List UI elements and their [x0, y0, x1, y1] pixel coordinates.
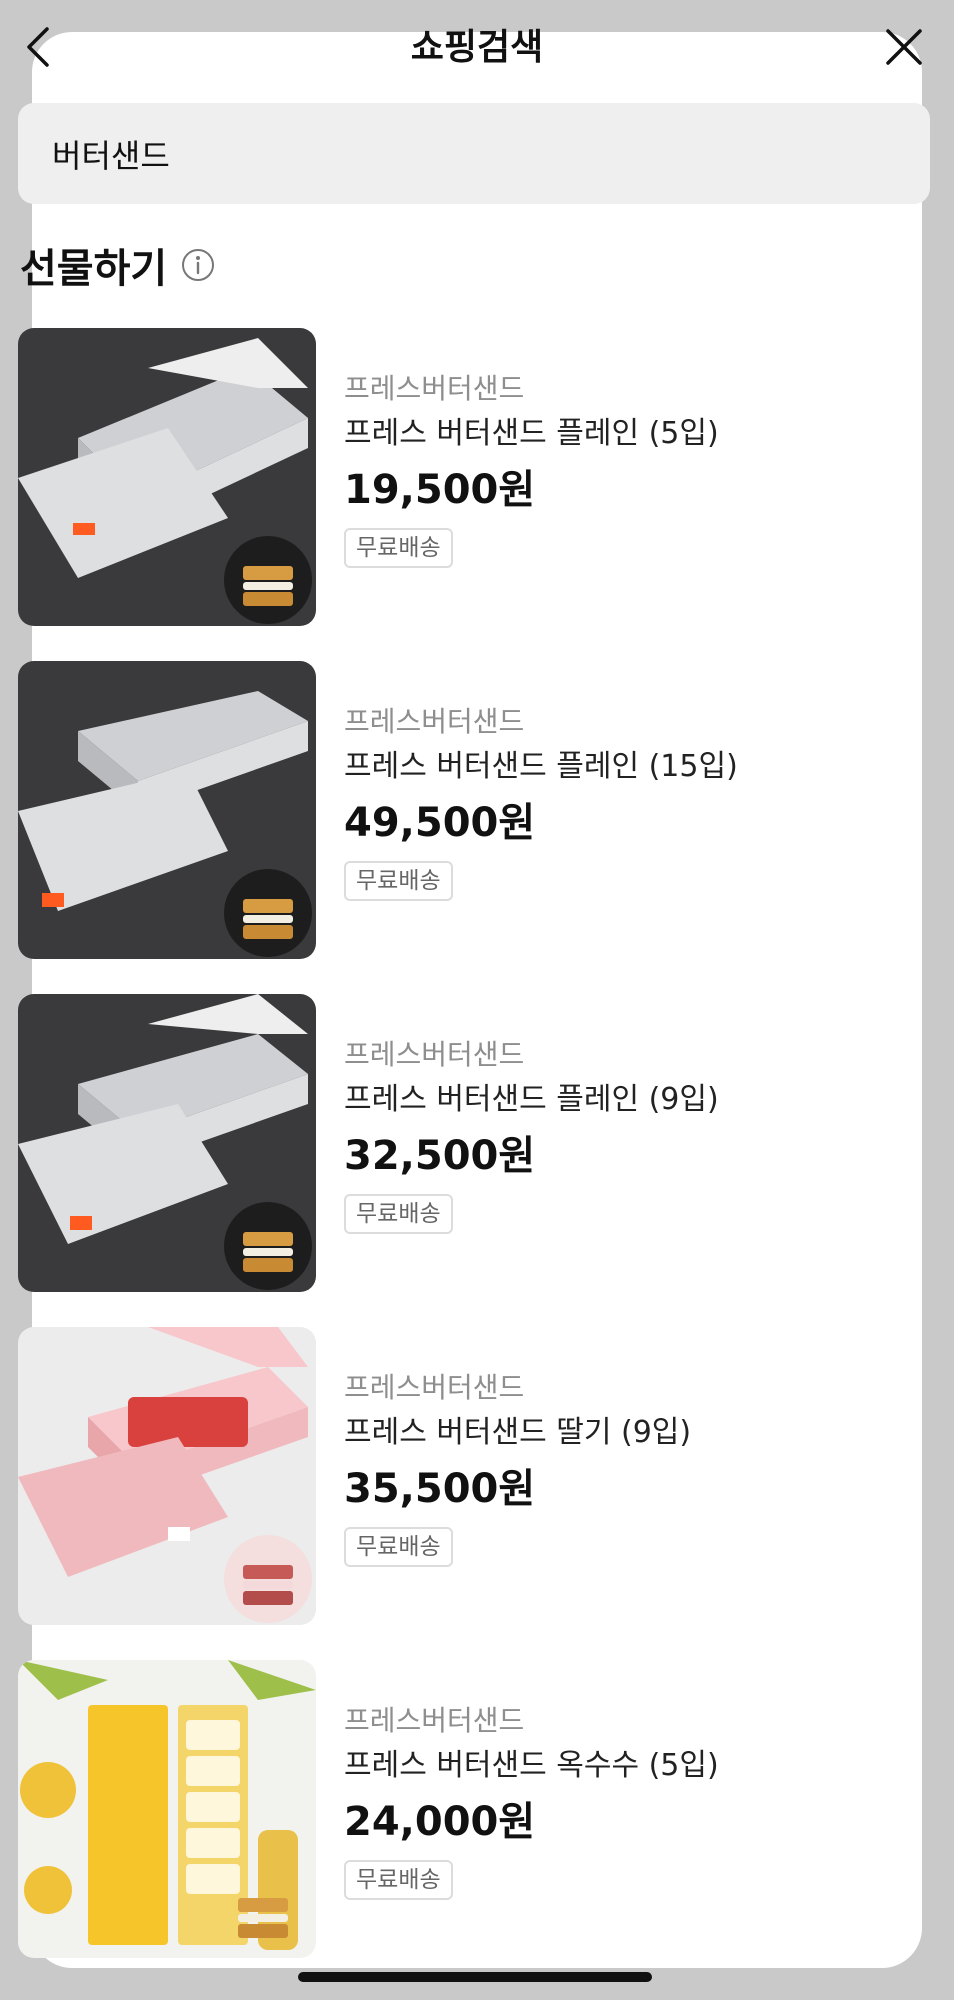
- product-name[interactable]: 프레스 버터샌드 플레인 (5입): [344, 416, 719, 452]
- section-title: 선물하기: [20, 246, 168, 292]
- product-price: 19,500원: [344, 467, 536, 513]
- product-price: 32,500원: [344, 1133, 536, 1179]
- product-thumbnail[interactable]: [18, 1660, 316, 1958]
- product-brand: 프레스버터샌드: [344, 1704, 525, 1737]
- close-button[interactable]: [880, 22, 928, 72]
- header: 쇼핑검색: [0, 0, 954, 95]
- info-icon[interactable]: [181, 248, 215, 282]
- search-input[interactable]: 버터샌드: [18, 103, 930, 204]
- product-item[interactable]: 프레스버터샌드 프레스 버터샌드 딸기 (9입) 35,500원 무료배송: [18, 1327, 918, 1625]
- product-brand: 프레스버터샌드: [344, 1038, 525, 1071]
- product-info: 프레스버터샌드 프레스 버터샌드 딸기 (9입) 35,500원 무료배송: [344, 1371, 691, 1567]
- product-info: 프레스버터샌드 프레스 버터샌드 옥수수 (5입) 24,000원 무료배송: [344, 1704, 719, 1900]
- product-thumbnail[interactable]: [18, 661, 316, 959]
- product-brand: 프레스버터샌드: [344, 1371, 525, 1404]
- product-price: 24,000원: [344, 1799, 536, 1845]
- product-info: 프레스버터샌드 프레스 버터샌드 플레인 (5입) 19,500원 무료배송: [344, 372, 719, 568]
- product-thumbnail[interactable]: [18, 994, 316, 1292]
- product-brand: 프레스버터샌드: [344, 705, 525, 738]
- section-header: 선물하기: [20, 240, 215, 292]
- product-name[interactable]: 프레스 버터샌드 옥수수 (5입): [344, 1748, 719, 1784]
- product-name[interactable]: 프레스 버터샌드 플레인 (15입): [344, 749, 738, 785]
- product-price: 49,500원: [344, 800, 536, 846]
- search-query-text: 버터샌드: [52, 137, 170, 175]
- page-title: 쇼핑검색: [410, 27, 544, 68]
- close-icon: [886, 29, 922, 65]
- product-item[interactable]: 프레스버터샌드 프레스 버터샌드 플레인 (5입) 19,500원 무료배송: [18, 328, 918, 626]
- product-thumbnail[interactable]: [18, 328, 316, 626]
- free-shipping-badge: 무료배송: [344, 1194, 453, 1234]
- product-price: 35,500원: [344, 1466, 536, 1512]
- free-shipping-badge: 무료배송: [344, 1527, 453, 1567]
- product-item[interactable]: 프레스버터샌드 프레스 버터샌드 옥수수 (5입) 24,000원 무료배송: [18, 1660, 918, 1958]
- free-shipping-badge: 무료배송: [344, 861, 453, 901]
- product-name[interactable]: 프레스 버터샌드 딸기 (9입): [344, 1415, 691, 1451]
- free-shipping-badge: 무료배송: [344, 528, 453, 568]
- product-name[interactable]: 프레스 버터샌드 플레인 (9입): [344, 1082, 719, 1118]
- product-brand: 프레스버터샌드: [344, 372, 525, 405]
- home-indicator[interactable]: [298, 1972, 652, 1982]
- product-item[interactable]: 프레스버터샌드 프레스 버터샌드 플레인 (15입) 49,500원 무료배송: [18, 661, 918, 959]
- free-shipping-badge: 무료배송: [344, 1860, 453, 1900]
- product-info: 프레스버터샌드 프레스 버터샌드 플레인 (15입) 49,500원 무료배송: [344, 705, 738, 901]
- product-info: 프레스버터샌드 프레스 버터샌드 플레인 (9입) 32,500원 무료배송: [344, 1038, 719, 1234]
- product-item[interactable]: 프레스버터샌드 프레스 버터샌드 플레인 (9입) 32,500원 무료배송: [18, 994, 918, 1292]
- product-thumbnail[interactable]: [18, 1327, 316, 1625]
